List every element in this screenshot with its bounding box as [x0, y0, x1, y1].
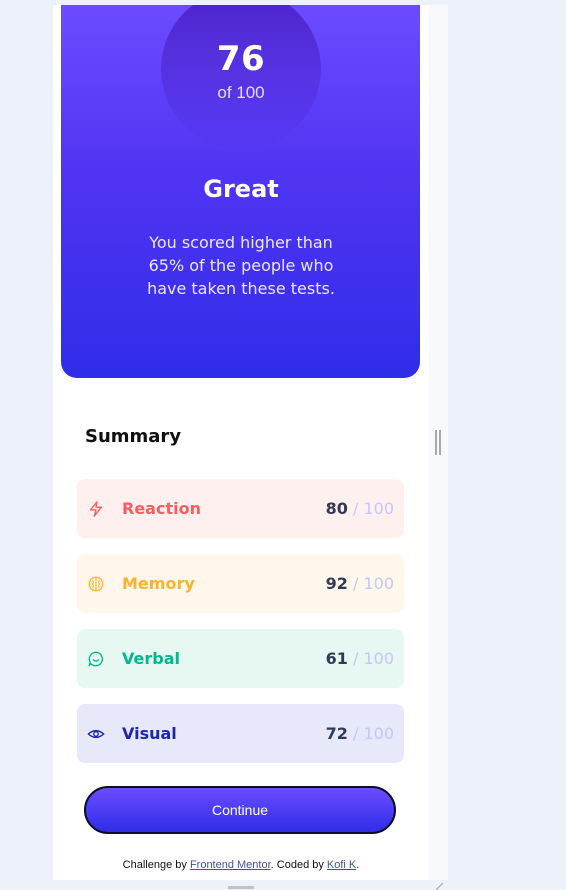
resize-handle[interactable]	[435, 430, 441, 455]
attribution: Challenge by Frontend Mentor. Coded by K…	[53, 859, 429, 871]
attribution-middle: . Coded by	[270, 859, 327, 871]
summary-row-memory: Memory 92 / 100	[77, 554, 404, 613]
summary-label-visual: Visual	[122, 724, 177, 743]
score-max-memory: 100	[363, 574, 394, 593]
brain-icon	[87, 575, 105, 593]
attribution-suffix: .	[356, 859, 360, 871]
result-panel: 76 of 100 Great You scored higher than 6…	[61, 5, 420, 378]
score-value-visual: 72	[325, 724, 348, 743]
score-value-reaction: 80	[325, 499, 348, 518]
bottom-bar	[0, 880, 566, 890]
score-max-verbal: 100	[363, 649, 394, 668]
speech-bubble-icon	[87, 650, 105, 668]
summary-label-memory: Memory	[122, 574, 195, 593]
score-separator: /	[352, 724, 359, 743]
summary-row-reaction: Reaction 80 / 100	[77, 479, 404, 538]
score-value-memory: 92	[325, 574, 348, 593]
result-description: You scored higher than 65% of the people…	[147, 233, 335, 298]
results-card: 76 of 100 Great You scored higher than 6…	[53, 5, 429, 880]
summary-title: Summary	[85, 426, 182, 447]
summary-label-verbal: Verbal	[122, 649, 180, 668]
score-value: 76	[216, 39, 266, 79]
summary-score-reaction: 80 / 100	[326, 499, 394, 518]
summary-label-reaction: Reaction	[122, 499, 201, 518]
summary-score-visual: 72 / 100	[326, 724, 394, 743]
attribution-prefix: Challenge by	[122, 859, 190, 871]
frontend-mentor-link[interactable]: Frontend Mentor	[190, 859, 271, 871]
score-separator: /	[352, 574, 359, 593]
eye-icon	[87, 725, 105, 743]
continue-button[interactable]: Continue	[84, 786, 396, 834]
score-separator: /	[352, 499, 359, 518]
author-link[interactable]: Kofi K	[327, 859, 356, 871]
summary-row-verbal: Verbal 61 / 100	[77, 629, 404, 688]
rating-title: Great	[203, 175, 279, 203]
corner-grip-icon[interactable]	[434, 882, 444, 890]
score-max-reaction: 100	[363, 499, 394, 518]
score-of-total: of 100	[217, 83, 265, 102]
scroll-indicator[interactable]	[228, 886, 254, 889]
lightning-icon	[87, 500, 105, 518]
score-max-visual: 100	[363, 724, 394, 743]
score-value-verbal: 61	[325, 649, 348, 668]
score-separator: /	[352, 649, 359, 668]
summary-score-verbal: 61 / 100	[326, 649, 394, 668]
summary-row-visual: Visual 72 / 100	[77, 704, 404, 763]
summary-score-memory: 92 / 100	[326, 574, 394, 593]
